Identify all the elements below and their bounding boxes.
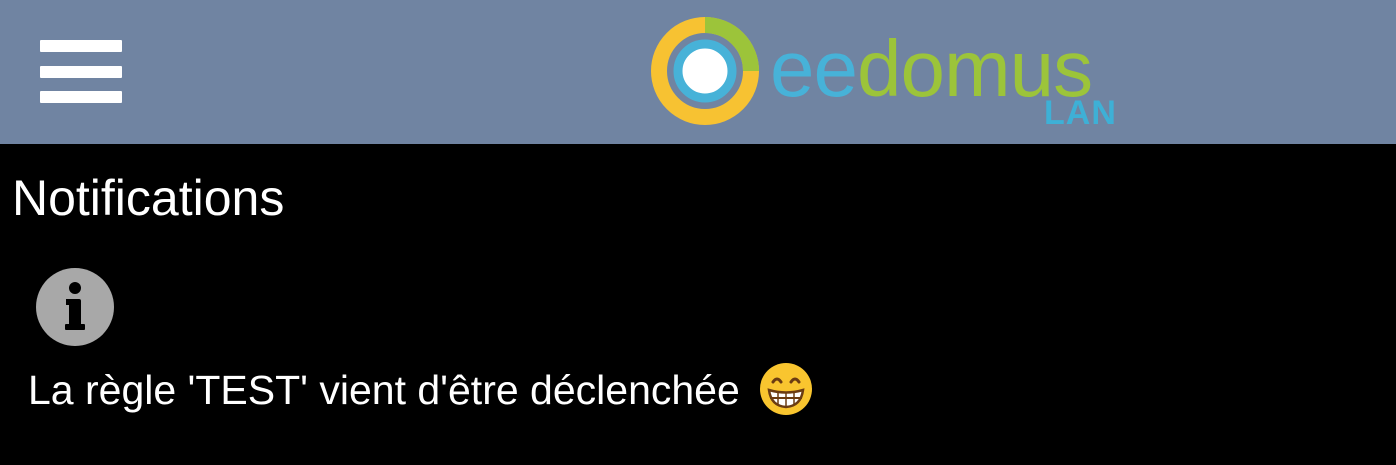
logo-subtitle: LAN: [1044, 94, 1117, 132]
page-title: Notifications: [12, 170, 285, 226]
grinning-face-emoji-icon: [760, 363, 813, 415]
eedomus-logo-mark-icon: [651, 17, 759, 125]
top-header: eedomus LAN: [0, 0, 1396, 144]
hamburger-menu-icon[interactable]: [40, 40, 122, 104]
eedomus-logo[interactable]: eedomus LAN: [650, 16, 1130, 132]
info-icon: [36, 268, 114, 346]
notification-message: La règle 'TEST' vient d'être déclenchée: [28, 360, 813, 420]
notification-text: La règle 'TEST' vient d'être déclenchée: [28, 367, 740, 413]
